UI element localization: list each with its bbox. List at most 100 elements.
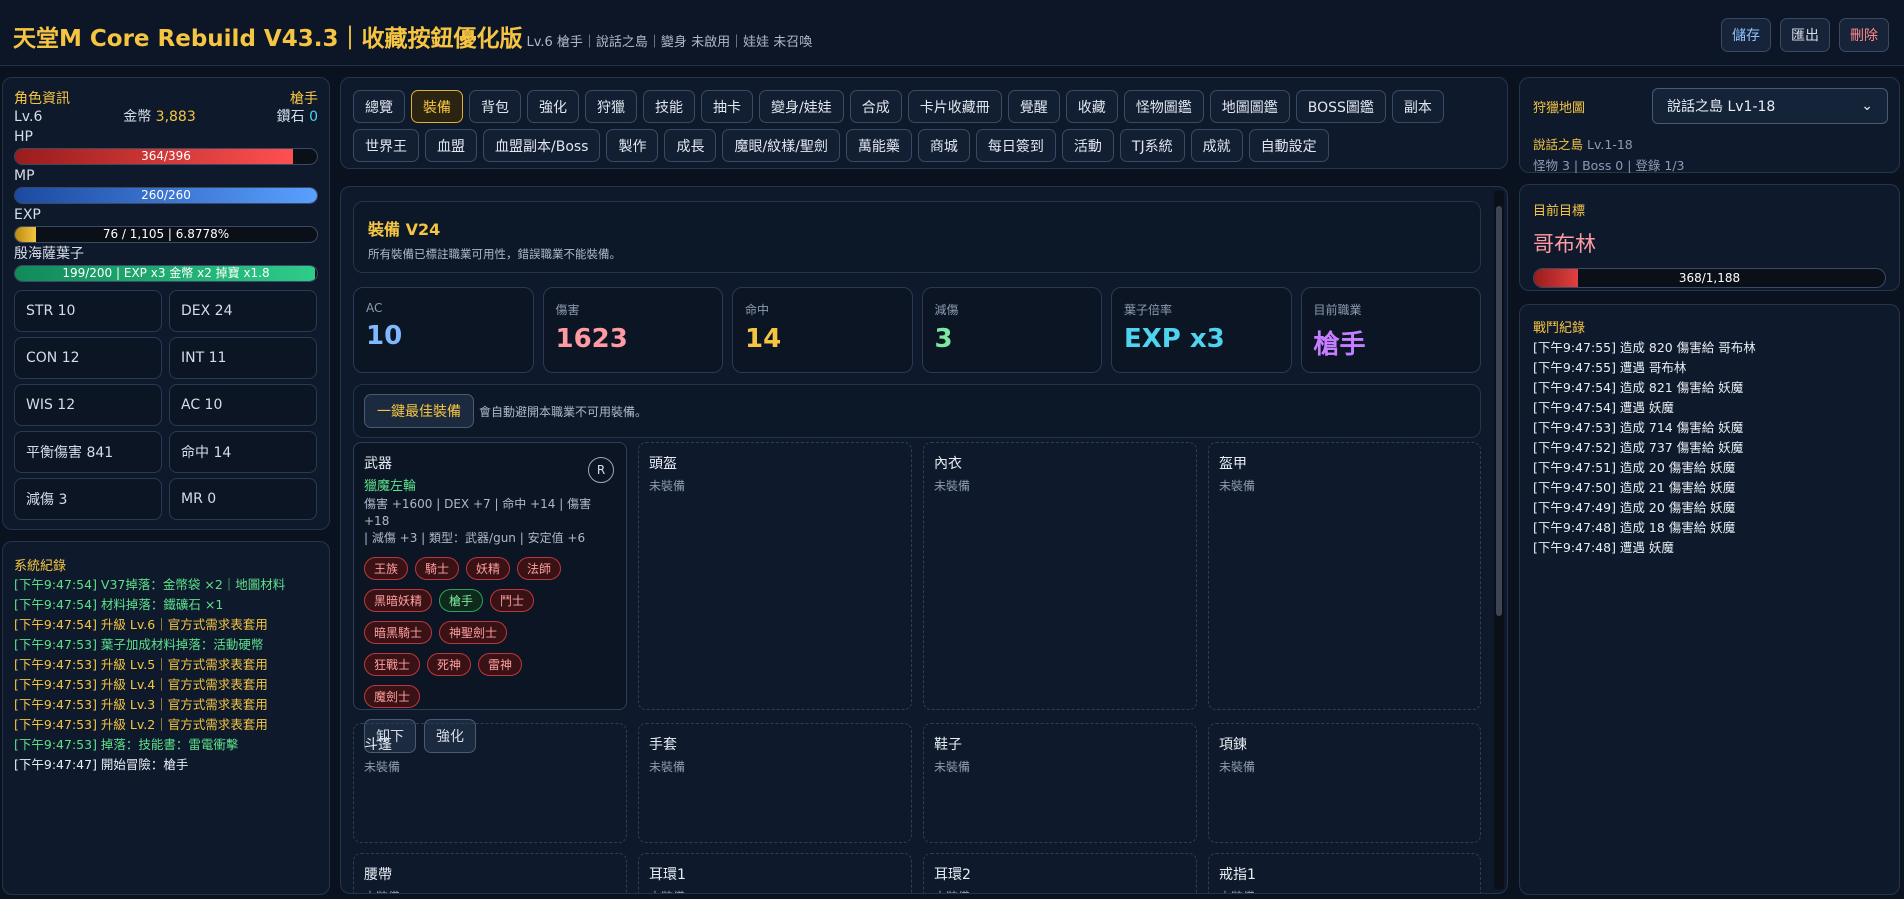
equip-slot[interactable]: 斗篷 未裝備 — [353, 723, 627, 843]
card-label: 傷害 — [555, 303, 580, 317]
stat-card: 葉子倍率 EXP x3 — [1111, 287, 1292, 373]
diamond-display: 鑽石 0 — [276, 109, 318, 125]
slot-name: 內衣 — [934, 456, 962, 472]
equip-slot[interactable]: 頭盔 未裝備 — [638, 442, 912, 710]
equip-slot[interactable]: 耳環2 未裝備 — [923, 853, 1197, 893]
equip-slot[interactable]: 手套 未裝備 — [638, 723, 912, 843]
equip-slot[interactable]: 鞋子 未裝備 — [923, 723, 1197, 843]
tab-row1-14[interactable]: BOSS圖鑑 — [1295, 90, 1386, 123]
tab-row1-4[interactable]: 狩獵 — [585, 90, 637, 123]
tab-row1-11[interactable]: 收藏 — [1065, 90, 1118, 123]
card-value: 1623 — [555, 324, 628, 354]
equipment-panel: 裝備 V24 所有裝備已標註職業可用性，錯誤職業不能裝備。 AC 10 傷害 1623… — [340, 186, 1508, 894]
tab-row2-4[interactable]: 魔眼/紋樣/聖劍 — [722, 129, 840, 162]
tab-row1-9[interactable]: 卡片收藏冊 — [907, 90, 1002, 123]
slot-name: 頭盔 — [649, 456, 677, 472]
weapon-slot[interactable]: 武器 獵魔左輪 傷害 +1600 | DEX +7 | 命中 +14 | 傷害 … — [353, 442, 627, 753]
card-label: 目前職業 — [1313, 303, 1362, 317]
tab-row1-3[interactable]: 強化 — [527, 90, 579, 123]
battle-entry: [下午9:47:54] 遭遇 妖魔 — [1533, 400, 1674, 415]
class-badge: 鬥士 — [490, 589, 535, 612]
mp-bar: 260/260 — [14, 187, 318, 204]
rarity-badge: R — [588, 457, 614, 483]
equip-slot[interactable]: 腰帶未裝備 — [353, 853, 627, 893]
tab-row1-6[interactable]: 抽卡 — [701, 90, 753, 123]
tab-row1-1[interactable]: 裝備 — [411, 90, 463, 123]
equip-slot[interactable]: 盔甲 未裝備 — [1208, 442, 1481, 710]
card-value: 3 — [934, 324, 953, 354]
stat-box: STR 10 — [14, 290, 162, 332]
tab-row1-10[interactable]: 覺醒 — [1007, 90, 1060, 123]
stats-grid: STR 10 DEX 24 CON 12 INT 11 WIS 12 AC 10 平衡傷害 … — [14, 290, 318, 520]
delete-button[interactable]: 刪除 — [1839, 18, 1889, 52]
log-entry: [下午9:47:53] 升級 Lv.3｜官方式需求表套用 — [14, 697, 268, 712]
battle-log-panel: 戰鬥紀錄 [下午9:47:55] 造成 820 傷害給 哥布林 [下午9:47:5… — [1519, 304, 1900, 895]
hunt-panel: 狩獵地圖 說話之島 Lv1-18 ⌄ 說話之島 Lv.1-18 怪物 3 | Bo… — [1519, 77, 1900, 173]
tab-row1-7[interactable]: 變身/娃娃 — [759, 90, 844, 123]
tab-row1-15[interactable]: 副本 — [1391, 90, 1444, 123]
log-entry: [下午9:47:53] 葉子加成材料掉落：活動硬幣 — [14, 637, 264, 652]
target-panel: 目前目標 哥布林 368/1,188 — [1519, 184, 1900, 291]
save-button[interactable]: 儲存 — [1721, 18, 1771, 52]
equip-slot[interactable]: 耳環1 未裝備 — [638, 853, 912, 893]
scroll-thumb[interactable] — [1496, 206, 1502, 616]
tab-row2-10[interactable]: 成就 — [1190, 129, 1243, 162]
weapon-stats: 傷害 +1600 | DEX +7 | 命中 +14 | 傷害 +18 | 減傷 … — [364, 497, 592, 545]
buff-bar: 199/200 | EXP x3 金幣 x2 掉寶 x1.8 — [14, 265, 318, 282]
equip-slot[interactable]: 項鍊 未裝備 — [1208, 723, 1481, 843]
class-badge: 騎士 — [415, 557, 460, 580]
tab-row2-0[interactable]: 血盟 — [425, 129, 477, 162]
battle-entry: [下午9:47:53] 造成 714 傷害給 妖魔 — [1533, 420, 1744, 435]
target-name: 哥布林 — [1533, 232, 1596, 256]
tab-row1-13[interactable]: 地圖圖鑑 — [1209, 90, 1290, 123]
tab-row1-16[interactable]: 世界王 — [353, 129, 419, 162]
tab-row1-5[interactable]: 技能 — [643, 90, 695, 123]
hp-label: HP — [14, 129, 33, 145]
equipment-title: 裝備 V24 — [368, 220, 441, 239]
tab-row2-9[interactable]: TJ系統 — [1119, 129, 1185, 162]
tab-row1-12[interactable]: 怪物圖鑑 — [1123, 90, 1204, 123]
log-entry: [下午9:47:53] 升級 Lv.4｜官方式需求表套用 — [14, 677, 268, 692]
main-tabs: 總覽 裝備 背包 強化 狩獵 技能 抽卡 變身/娃娃 合成 卡片收藏冊 覺醒 收藏 怪物圖鑑 地圖圖鑑 BO… — [340, 77, 1508, 169]
tab-row1-2[interactable]: 背包 — [469, 90, 521, 123]
tab-row2-8[interactable]: 活動 — [1061, 129, 1114, 162]
summary-cards: AC 10 傷害 1623 命中 14 減傷 3 葉子倍率 EXP x3 目前職業 槍手 — [353, 287, 1481, 373]
system-log-panel: 系統紀錄 [下午9:47:54] V37掉落：金幣袋 ×2｜地圖材料 [下午9:4… — [2, 541, 330, 895]
app-subtitle: Lv.6 槍手｜說話之島｜變身 未啟用｜娃娃 未召喚 — [526, 35, 813, 50]
card-label: 葉子倍率 — [1124, 303, 1173, 317]
best-equip-button[interactable]: 一鍵最佳裝備 — [364, 394, 474, 428]
class-badge: 死神 — [427, 653, 472, 676]
tab-row1-8[interactable]: 合成 — [849, 90, 902, 123]
battle-log-heading: 戰鬥紀錄 — [1533, 321, 1586, 336]
stat-box: INT 11 — [169, 337, 317, 379]
best-equip-hint: 會自動避開本職業不可用裝備。 — [479, 404, 648, 419]
equip-slot[interactable]: 戒指1 未裝備 — [1208, 853, 1481, 893]
class-badge: 黑暗妖精 — [364, 589, 433, 612]
stat-box: AC 10 — [169, 384, 317, 426]
tab-row2-6[interactable]: 商城 — [917, 129, 970, 162]
card-value: 槍手 — [1313, 330, 1366, 360]
tab-row2-5[interactable]: 萬能藥 — [845, 129, 912, 162]
tab-row1-0[interactable]: 總覽 — [353, 90, 405, 123]
tab-row2-1[interactable]: 血盟副本/Boss — [483, 129, 601, 162]
stat-box: MR 0 — [169, 478, 317, 520]
class-badge: 神聖劍士 — [439, 621, 508, 644]
class-badge: 妖精 — [466, 557, 511, 580]
best-equip-row: 一鍵最佳裝備 會自動避開本職業不可用裝備。 — [353, 384, 1481, 438]
slot-empty: 未裝備 — [364, 888, 616, 893]
slot-name: 腰帶 — [364, 867, 392, 883]
export-button[interactable]: 匯出 — [1780, 18, 1830, 52]
slot-name: 耳環1 — [649, 867, 686, 883]
tab-row2-2[interactable]: 製作 — [606, 129, 659, 162]
battle-entry: [下午9:47:55] 造成 820 傷害給 哥布林 — [1533, 340, 1756, 355]
hunt-map-select[interactable]: 說話之島 Lv1-18 ⌄ — [1652, 88, 1888, 124]
tab-row2-7[interactable]: 每日簽到 — [975, 129, 1056, 162]
slot-empty: 未裝備 — [934, 760, 971, 774]
tab-row2-11[interactable]: 自動設定 — [1248, 129, 1329, 162]
stat-box: 命中 14 — [169, 431, 317, 473]
main-scrollbar[interactable] — [1494, 191, 1504, 889]
class-badge: 狂戰士 — [364, 653, 421, 676]
slot-name: 手套 — [649, 737, 677, 753]
equip-slot[interactable]: 內衣 未裝備 — [923, 442, 1197, 710]
tab-row2-3[interactable]: 成長 — [664, 129, 717, 162]
